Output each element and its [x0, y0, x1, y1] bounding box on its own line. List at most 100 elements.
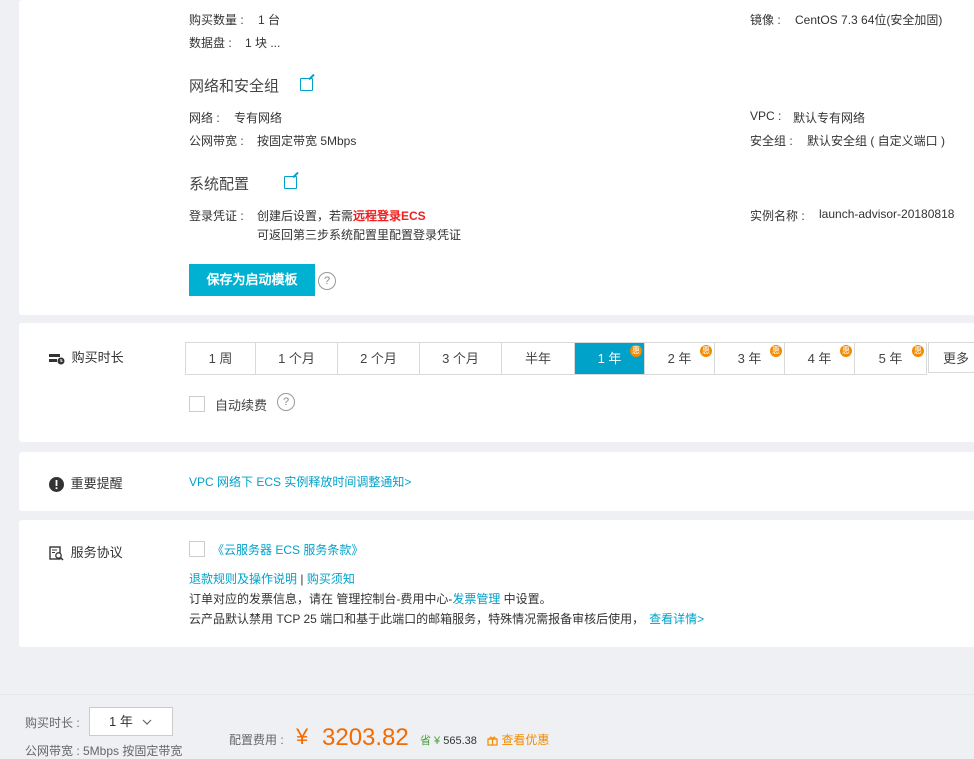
bandwidth-label: 公网带宽 : — [189, 134, 244, 148]
purchase-notice-link[interactable]: 购买须知 — [307, 572, 355, 586]
notice-section: 重要提醒 — [49, 473, 123, 493]
coupon-row[interactable]: 查看优惠 — [487, 731, 549, 748]
discount-badge-icon: 惠 — [700, 345, 712, 357]
document-search-icon — [49, 546, 64, 561]
edit-system-icon[interactable] — [284, 176, 298, 189]
duration-option-1m[interactable]: 1 个月 — [256, 343, 338, 374]
duration-option-1w[interactable]: 1 周 — [186, 343, 256, 374]
system-section-title: 系统配置 — [189, 176, 250, 193]
duration-option-label: 3 个月 — [442, 351, 479, 366]
duration-option-6m[interactable]: 半年 — [502, 343, 575, 374]
footer-duration-label: 购买时长 : — [25, 716, 80, 730]
chevron-down-icon — [142, 719, 152, 725]
invoice-row: 订单对应的发票信息，请在 管理控制台-费用中心-发票管理 中设置。 — [189, 590, 552, 607]
gift-icon — [487, 736, 498, 746]
login-credential-value: 创建后设置，若需远程登录ECS — [257, 207, 426, 224]
purchase-qty-label: 购买数量 : — [189, 13, 244, 27]
duration-option-label: 1 年 — [597, 351, 622, 366]
price-value: 3203.82 — [322, 724, 409, 751]
savings-amount: 565.38 — [443, 735, 477, 747]
discount-badge-icon: 惠 — [840, 345, 852, 357]
fee-label: 配置费用 : — [229, 733, 284, 747]
instance-name-value: launch-advisor-20180818 — [819, 207, 955, 221]
help-icon[interactable]: ? — [318, 272, 336, 290]
duration-options: 1 周 1 个月 2 个月 3 个月 半年 1 年惠 2 年惠 3 年惠 4 年… — [185, 342, 927, 375]
secgroup-label: 安全组 : — [750, 134, 793, 148]
invoice-text: 订单对应的发票信息，请在 管理控制台-费用中心- — [189, 592, 453, 606]
duration-option-4y[interactable]: 4 年惠 — [785, 343, 855, 374]
tcp-notice-text: 云产品默认禁用 TCP 25 端口和基于此端口的邮箱服务，特殊情况需报备审核后使… — [189, 612, 645, 626]
savings-row: 省 ¥ 565.38 — [420, 732, 477, 748]
vpc-value: 默认专有网络 — [793, 111, 866, 125]
duration-option-label: 半年 — [524, 351, 551, 366]
refund-rules-link[interactable]: 退款规则及操作说明 — [189, 572, 297, 586]
footer-bandwidth-text: 公网带宽 : 5Mbps 按固定带宽 — [25, 744, 183, 758]
vpc-label: VPC : — [750, 109, 782, 123]
ecs-terms-link[interactable]: 《云服务器 ECS 服务条款》 — [212, 541, 363, 558]
agreement-label: 服务协议 — [70, 545, 123, 560]
edit-network-icon[interactable] — [300, 78, 313, 91]
tcp-notice-row: 云产品默认禁用 TCP 25 端口和基于此端口的邮箱服务，特殊情况需报备审核后使… — [189, 610, 704, 627]
image-value: CentOS 7.3 64位(安全加固) — [795, 13, 943, 27]
price-currency: ¥ — [296, 724, 309, 749]
footer-duration-value: 1 年 — [109, 714, 133, 729]
invoice-suffix: 中设置。 — [500, 592, 552, 606]
save-launch-template-button[interactable]: 保存为启动模板 — [189, 264, 315, 296]
network-label: 网络 : — [189, 111, 220, 125]
bandwidth-value: 按固定带宽 5Mbps — [257, 134, 357, 148]
footer-duration-select[interactable]: 1 年 — [89, 707, 173, 736]
duration-section: 购买时长 — [49, 347, 124, 366]
agreement-section: 服务协议 — [49, 542, 123, 561]
order-footer-bar: 购买时长 : 1 年 公网带宽 : 5Mbps 按固定带宽 配置费用 : ¥ 3… — [0, 694, 974, 759]
duration-option-3m[interactable]: 3 个月 — [420, 343, 502, 374]
discount-badge-icon: 惠 — [912, 345, 924, 357]
savings-prefix: 省 ¥ — [420, 735, 441, 747]
duration-option-2y[interactable]: 2 年惠 — [645, 343, 715, 374]
more-durations-label: 更多 — [943, 351, 970, 366]
duration-option-label: 1 个月 — [278, 351, 315, 366]
purchase-duration-card: 购买时长 1 周 1 个月 2 个月 3 个月 半年 1 年惠 2 年惠 3 年… — [19, 323, 974, 442]
help-icon[interactable]: ? — [277, 393, 295, 411]
separator: | — [300, 572, 304, 586]
duration-option-label: 3 年 — [737, 351, 762, 366]
order-summary-card: 购买数量 : 1 台 数据盘 : 1 块 ... 镜像 : CentOS 7.3… — [19, 0, 974, 315]
vpc-notice-link[interactable]: VPC 网络下 ECS 实例释放时间调整通知> — [189, 473, 411, 490]
login-credential-hint: 可返回第三步系统配置里配置登录凭证 — [257, 228, 462, 242]
agree-terms-checkbox[interactable] — [189, 541, 205, 557]
data-disk-label: 数据盘 : — [189, 36, 232, 50]
network-section-title: 网络和安全组 — [189, 78, 280, 95]
remote-login-link[interactable]: 远程登录ECS — [353, 209, 426, 223]
discount-badge-icon: 惠 — [770, 345, 782, 357]
duration-option-label: 4 年 — [807, 351, 832, 366]
duration-option-label: 5 年 — [878, 351, 903, 366]
auto-renew-checkbox[interactable] — [189, 396, 205, 412]
service-agreement-card: 服务协议 《云服务器 ECS 服务条款》 退款规则及操作说明 | 购买须知 订单… — [19, 520, 974, 647]
server-clock-icon — [49, 353, 65, 365]
refund-rules-row: 退款规则及操作说明 | 购买须知 — [189, 570, 355, 587]
exclamation-icon — [49, 477, 64, 493]
duration-label: 购买时长 — [71, 350, 124, 365]
login-credential-text: 创建后设置，若需 — [257, 209, 354, 223]
view-details-link[interactable]: 查看详情> — [649, 612, 704, 626]
login-credential-label: 登录凭证 : — [189, 209, 244, 223]
duration-option-3y[interactable]: 3 年惠 — [715, 343, 785, 374]
duration-option-label: 1 周 — [208, 351, 233, 366]
auto-renew-label: 自动续费 — [215, 398, 268, 413]
network-value: 专有网络 — [234, 111, 283, 125]
discount-badge-icon: 惠 — [630, 345, 642, 357]
more-durations-button[interactable]: 更多 — [928, 342, 974, 373]
important-notice-card: 重要提醒 VPC 网络下 ECS 实例释放时间调整通知> — [19, 452, 974, 511]
coupon-link[interactable]: 查看优惠 — [501, 733, 549, 747]
instance-name-label: 实例名称 : — [750, 209, 805, 223]
duration-option-1y[interactable]: 1 年惠 — [575, 343, 645, 374]
data-disk-value: 1 块 ... — [245, 36, 281, 50]
invoice-management-link[interactable]: 发票管理 — [452, 592, 500, 606]
duration-option-2m[interactable]: 2 个月 — [338, 343, 420, 374]
duration-option-label: 2 个月 — [360, 351, 397, 366]
secgroup-value: 默认安全组 ( 自定义端口 ) — [807, 134, 945, 148]
duration-option-label: 2 年 — [667, 351, 692, 366]
notice-label: 重要提醒 — [70, 476, 123, 491]
duration-option-5y[interactable]: 5 年惠 — [855, 343, 926, 374]
purchase-qty-value: 1 台 — [258, 13, 281, 27]
image-label: 镜像 : — [750, 13, 781, 27]
